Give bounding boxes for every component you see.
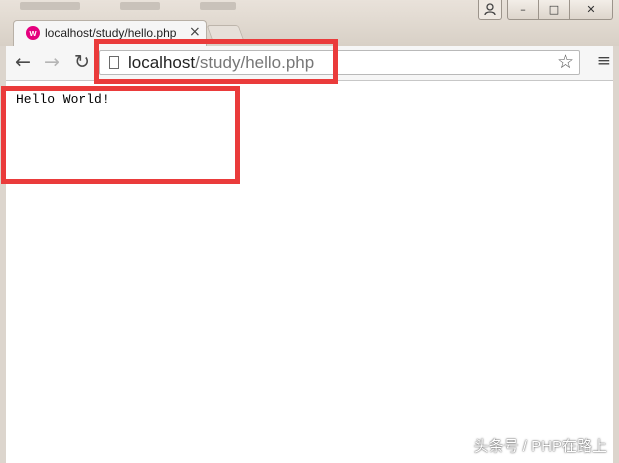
back-button[interactable]: ← <box>15 51 31 73</box>
favicon-icon: w <box>26 26 40 40</box>
address-highlight-box <box>94 39 338 84</box>
close-window-button[interactable]: ✕ <box>570 0 613 20</box>
bookmark-star-icon[interactable]: ☆ <box>557 51 574 73</box>
forward-button[interactable]: → <box>44 51 60 73</box>
tab-close-icon[interactable]: × <box>189 24 201 40</box>
chrome-menu-icon[interactable]: ≡ <box>597 51 611 71</box>
user-icon[interactable] <box>478 0 502 20</box>
window-frame-right <box>613 46 619 463</box>
maximize-button[interactable]: □ <box>539 0 570 20</box>
window-controls: – □ ✕ <box>507 0 613 20</box>
user-glyph <box>484 3 496 16</box>
background-menu-item <box>200 2 236 10</box>
background-menu-item <box>120 2 160 10</box>
background-menu-item <box>20 2 80 10</box>
output-highlight-box <box>1 86 240 184</box>
watermark-text: 头条号 / PHP在路上 <box>473 438 607 455</box>
reload-button[interactable]: ↻ <box>74 51 90 73</box>
tab-title: localhost/study/hello.php <box>45 26 177 40</box>
minimize-button[interactable]: – <box>507 0 539 20</box>
